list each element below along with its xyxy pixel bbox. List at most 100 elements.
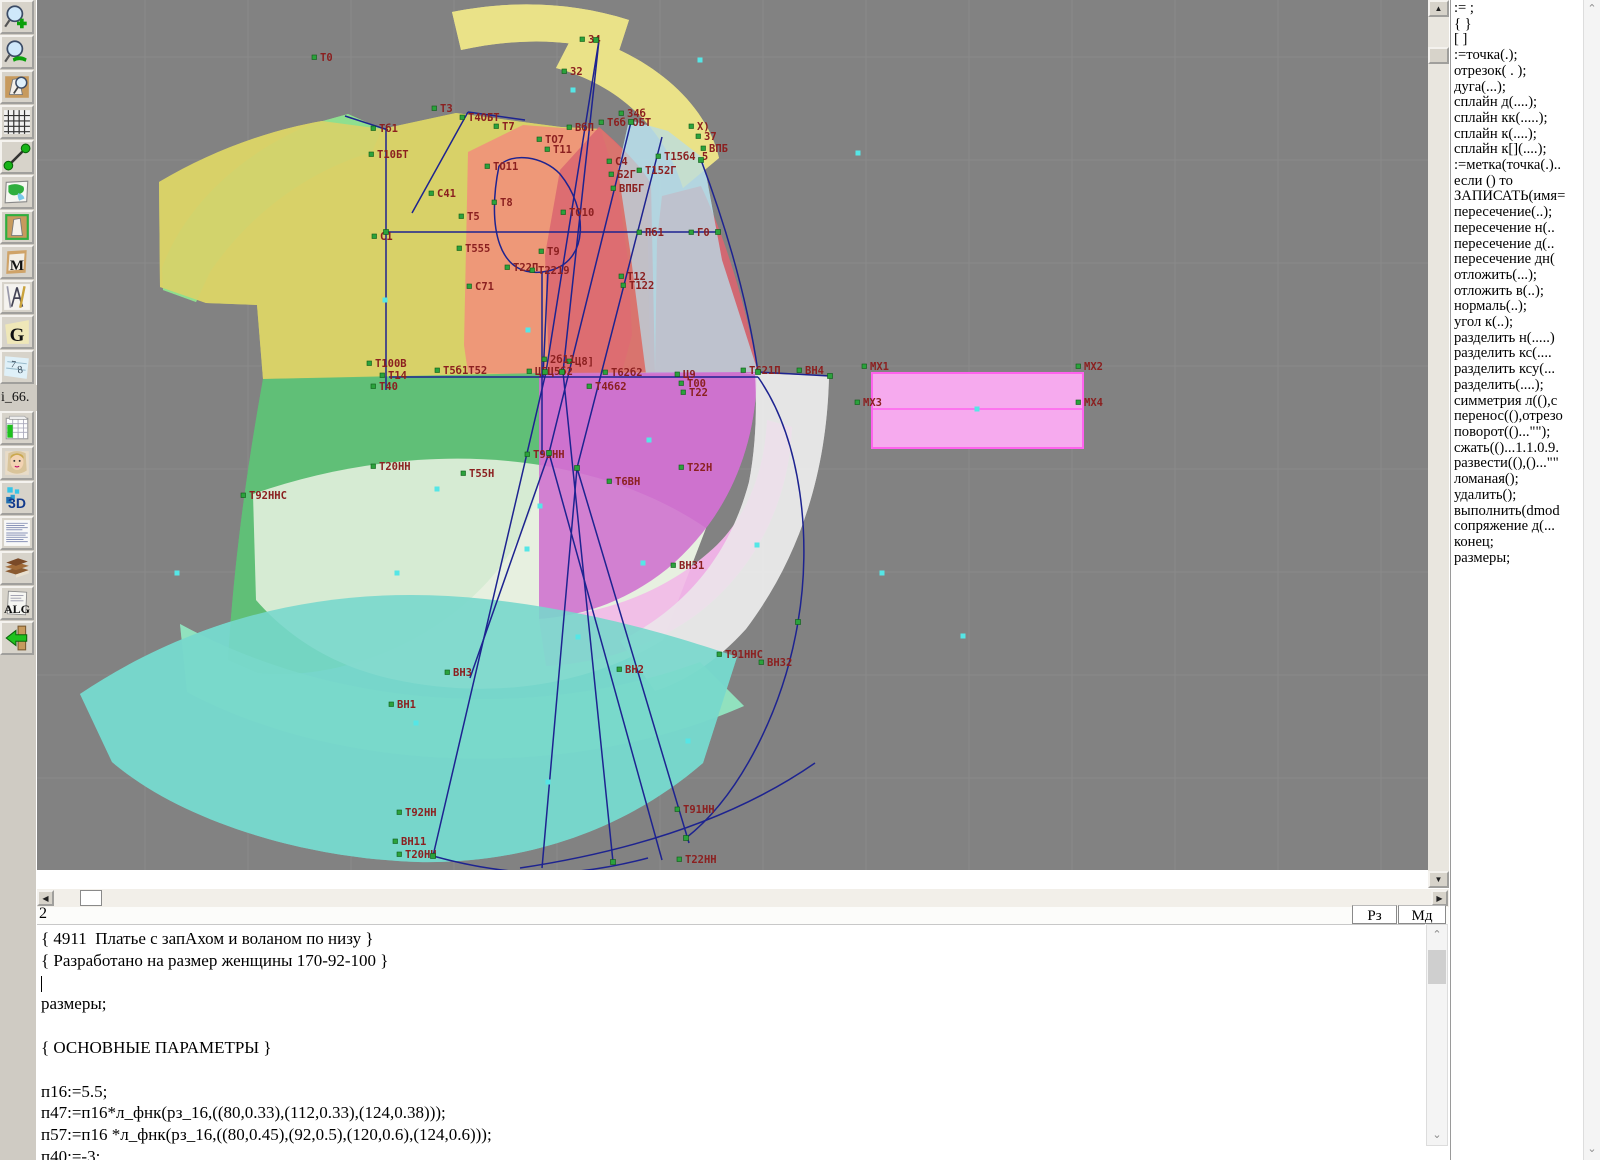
zoom-out-button[interactable]: [0, 35, 34, 69]
pattern-point[interactable]: [679, 465, 684, 470]
pattern-point[interactable]: [459, 214, 464, 219]
curve-point[interactable]: [716, 230, 721, 235]
command-item[interactable]: отложить в(..);: [1454, 284, 1584, 300]
editor-scroll-up-icon[interactable]: ⌃: [1428, 928, 1446, 942]
command-item[interactable]: пересечение н(..: [1454, 221, 1584, 237]
pattern-point[interactable]: [619, 274, 624, 279]
curve-point[interactable]: [699, 158, 704, 163]
command-item[interactable]: сопряжение д(...: [1454, 519, 1584, 535]
segment-button[interactable]: [0, 140, 34, 174]
pattern-point[interactable]: [397, 852, 402, 857]
pattern-point[interactable]: [637, 168, 642, 173]
pattern-point[interactable]: [467, 284, 472, 289]
pattern-point[interactable]: [619, 111, 624, 116]
pattern-point[interactable]: [435, 368, 440, 373]
pattern-point[interactable]: [561, 210, 566, 215]
pattern-point[interactable]: [312, 55, 317, 60]
curve-point[interactable]: [629, 120, 634, 125]
pattern-point[interactable]: [607, 159, 612, 164]
pattern-point[interactable]: [371, 384, 376, 389]
pattern-point[interactable]: [367, 361, 372, 366]
canvas-scroll-left-button[interactable]: ◀: [37, 890, 54, 906]
alg-button[interactable]: ALG: [0, 586, 34, 620]
pattern-point[interactable]: [371, 464, 376, 469]
construction-point[interactable]: [538, 504, 543, 509]
curve-point[interactable]: [547, 451, 552, 456]
pattern-point[interactable]: [675, 372, 680, 377]
construction-point[interactable]: [961, 634, 966, 639]
canvas-scroll-right-button[interactable]: ▶: [1431, 890, 1448, 906]
grid-button[interactable]: [0, 105, 34, 139]
pattern-point[interactable]: [759, 660, 764, 665]
pattern-point[interactable]: [542, 357, 547, 362]
piece-button[interactable]: [0, 210, 34, 244]
pattern-point[interactable]: [460, 115, 465, 120]
construction-point[interactable]: [755, 543, 760, 548]
curve-point[interactable]: [756, 370, 761, 375]
command-item[interactable]: сжать(()...1.1.0.9.: [1454, 441, 1584, 457]
command-item[interactable]: сплайн к[](....);: [1454, 142, 1584, 158]
construction-point[interactable]: [414, 721, 419, 726]
pattern-point[interactable]: [617, 667, 622, 672]
construction-point[interactable]: [856, 151, 861, 156]
pattern-point[interactable]: [689, 124, 694, 129]
pattern-point[interactable]: [393, 839, 398, 844]
construction-point[interactable]: [526, 328, 531, 333]
command-item[interactable]: [ ]: [1454, 32, 1584, 48]
command-item[interactable]: разделить кс(....: [1454, 346, 1584, 362]
construction-point[interactable]: [525, 547, 530, 552]
pattern-point[interactable]: [679, 381, 684, 386]
curve-point[interactable]: [594, 38, 599, 43]
pattern-point[interactable]: [611, 186, 616, 191]
construction-point[interactable]: [571, 88, 576, 93]
pattern-point[interactable]: [741, 368, 746, 373]
command-item[interactable]: { }: [1454, 17, 1584, 33]
curve-point[interactable]: [611, 860, 616, 865]
canvas-vscrollbar[interactable]: [1428, 0, 1449, 888]
texts-button[interactable]: [0, 516, 34, 550]
command-item[interactable]: отрезок( . );: [1454, 64, 1584, 80]
command-item[interactable]: ломаная();: [1454, 472, 1584, 488]
pattern-point[interactable]: [607, 479, 612, 484]
pattern-point[interactable]: [681, 390, 686, 395]
command-item[interactable]: отложить(...);: [1454, 268, 1584, 284]
construction-point[interactable]: [686, 739, 691, 744]
pattern-point[interactable]: [525, 452, 530, 457]
command-item[interactable]: сплайн к(....);: [1454, 127, 1584, 143]
command-item[interactable]: пересечение дн(: [1454, 252, 1584, 268]
pattern-point[interactable]: [530, 268, 535, 273]
preview-button[interactable]: [0, 70, 34, 104]
pattern-point[interactable]: [494, 124, 499, 129]
construction-point[interactable]: [641, 561, 646, 566]
code-editor[interactable]: { 4911 Платье с запАхом и воланом по низ…: [37, 924, 1425, 1160]
construction-point[interactable]: [975, 407, 980, 412]
pattern-point[interactable]: [689, 230, 694, 235]
image-button[interactable]: [0, 175, 34, 209]
pattern-point[interactable]: [369, 152, 374, 157]
zoom-in-button[interactable]: [0, 0, 34, 34]
command-item[interactable]: конец;: [1454, 535, 1584, 551]
canvas-hscroll-thumb[interactable]: [80, 890, 102, 906]
pattern-point[interactable]: [492, 200, 497, 205]
command-item[interactable]: размеры;: [1454, 551, 1584, 567]
pattern-point[interactable]: [429, 191, 434, 196]
pattern-point[interactable]: [609, 172, 614, 177]
pattern-point[interactable]: [537, 137, 542, 142]
pattern-point[interactable]: [505, 265, 510, 270]
construction-point[interactable]: [435, 487, 440, 492]
construction-point[interactable]: [175, 571, 180, 576]
curve-point[interactable]: [684, 836, 689, 841]
editor-vscroll-thumb[interactable]: [1428, 950, 1446, 984]
pattern-point[interactable]: [389, 702, 394, 707]
pattern-point[interactable]: [671, 563, 676, 568]
pattern-point[interactable]: [1076, 364, 1081, 369]
pattern-point[interactable]: [241, 493, 246, 498]
canvas-vscroll-thumb[interactable]: [1428, 47, 1449, 64]
outer-scroll-down-icon[interactable]: ⌄: [1586, 1143, 1598, 1155]
curve-point[interactable]: [575, 466, 580, 471]
command-item[interactable]: ЗАПИСАТЬ(имя=: [1454, 189, 1584, 205]
pattern-point[interactable]: [372, 234, 377, 239]
command-item[interactable]: развести((),()..."": [1454, 456, 1584, 472]
pattern-point[interactable]: [701, 146, 706, 151]
rz-button[interactable]: Рз: [1352, 905, 1397, 924]
